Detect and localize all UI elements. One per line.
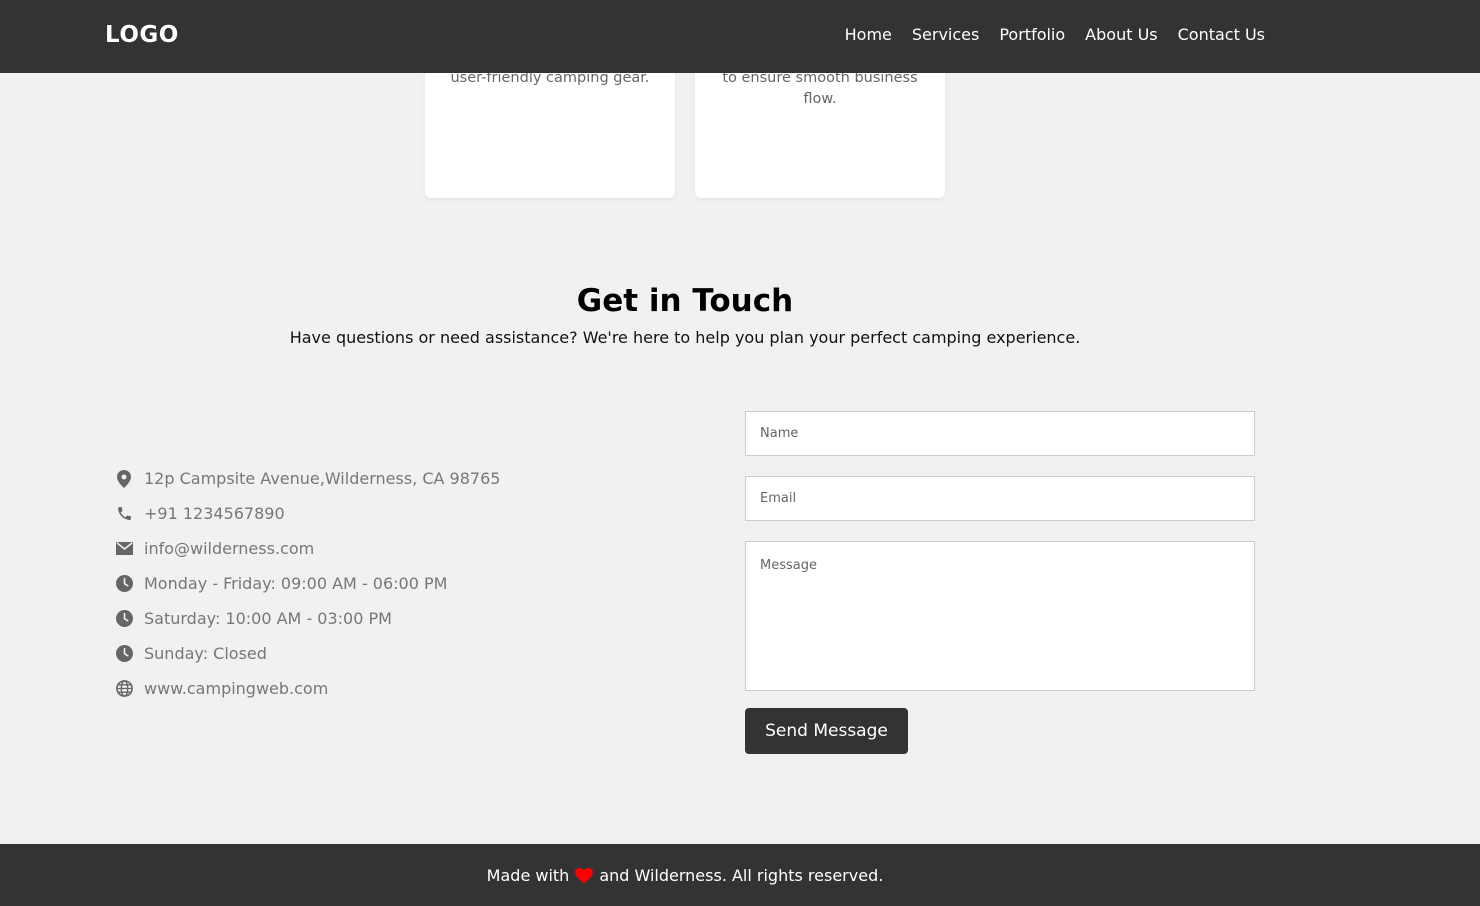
contact-info-text: Monday - Friday: 09:00 AM - 06:00 PM — [144, 574, 448, 593]
phone-icon — [115, 505, 133, 523]
nav-home[interactable]: Home — [845, 24, 892, 46]
contact-info-list: 12p Campsite Avenue,Wilderness, CA 98765… — [115, 461, 500, 706]
envelope-icon — [115, 540, 133, 558]
contact-info-email: info@wilderness.com — [115, 531, 500, 566]
clock-icon — [115, 610, 133, 628]
name-input[interactable] — [745, 411, 1255, 456]
main-nav: Home Services Portfolio About Us Contact… — [845, 24, 1265, 46]
nav-about-us[interactable]: About Us — [1085, 24, 1157, 46]
globe-icon — [115, 680, 133, 698]
nav-portfolio[interactable]: Portfolio — [999, 24, 1065, 46]
heart-icon — [575, 868, 594, 890]
footer-text-before: Made with — [486, 866, 570, 885]
email-input[interactable] — [745, 476, 1255, 521]
nav-contact-us[interactable]: Contact Us — [1178, 24, 1265, 46]
clock-icon — [115, 575, 133, 593]
contact-info-hours-sunday: Sunday: Closed — [115, 636, 500, 671]
clock-icon — [115, 645, 133, 663]
contact-info-text: info@wilderness.com — [144, 539, 315, 558]
nav-services[interactable]: Services — [912, 24, 979, 46]
site-header: LOGO Home Services Portfolio About Us Co… — [0, 0, 1480, 73]
contact-info-phone: +91 1234567890 — [115, 496, 500, 531]
contact-info-text: 12p Campsite Avenue,Wilderness, CA 98765 — [144, 469, 501, 488]
contact-info-text: +91 1234567890 — [144, 504, 285, 523]
contact-subtitle: Have questions or need assistance? We're… — [289, 328, 1081, 347]
contact-title: Get in Touch — [576, 283, 794, 319]
contact-info-address: 12p Campsite Avenue,Wilderness, CA 98765 — [115, 461, 500, 496]
contact-info-website: www.campingweb.com — [115, 671, 500, 706]
contact-info-text: Sunday: Closed — [144, 644, 267, 663]
contact-info-hours-weekday: Monday - Friday: 09:00 AM - 06:00 PM — [115, 566, 500, 601]
map-pin-icon — [115, 469, 133, 488]
logo[interactable]: LOGO — [105, 21, 179, 49]
site-footer: Made with and Wilderness. All rights rese… — [0, 844, 1480, 906]
service-card-text: to ensure smooth business flow. — [722, 70, 918, 107]
contact-info-hours-saturday: Saturday: 10:00 AM - 03:00 PM — [115, 601, 500, 636]
footer-text-after: and Wilderness. All rights reserved. — [599, 866, 884, 885]
message-textarea[interactable] — [745, 541, 1255, 691]
contact-info-text: Saturday: 10:00 AM - 03:00 PM — [144, 609, 392, 628]
send-message-button[interactable]: Send Message — [745, 708, 908, 754]
footer-text: Made with and Wilderness. All rights rese… — [0, 865, 1370, 890]
contact-info-text: www.campingweb.com — [144, 679, 329, 698]
